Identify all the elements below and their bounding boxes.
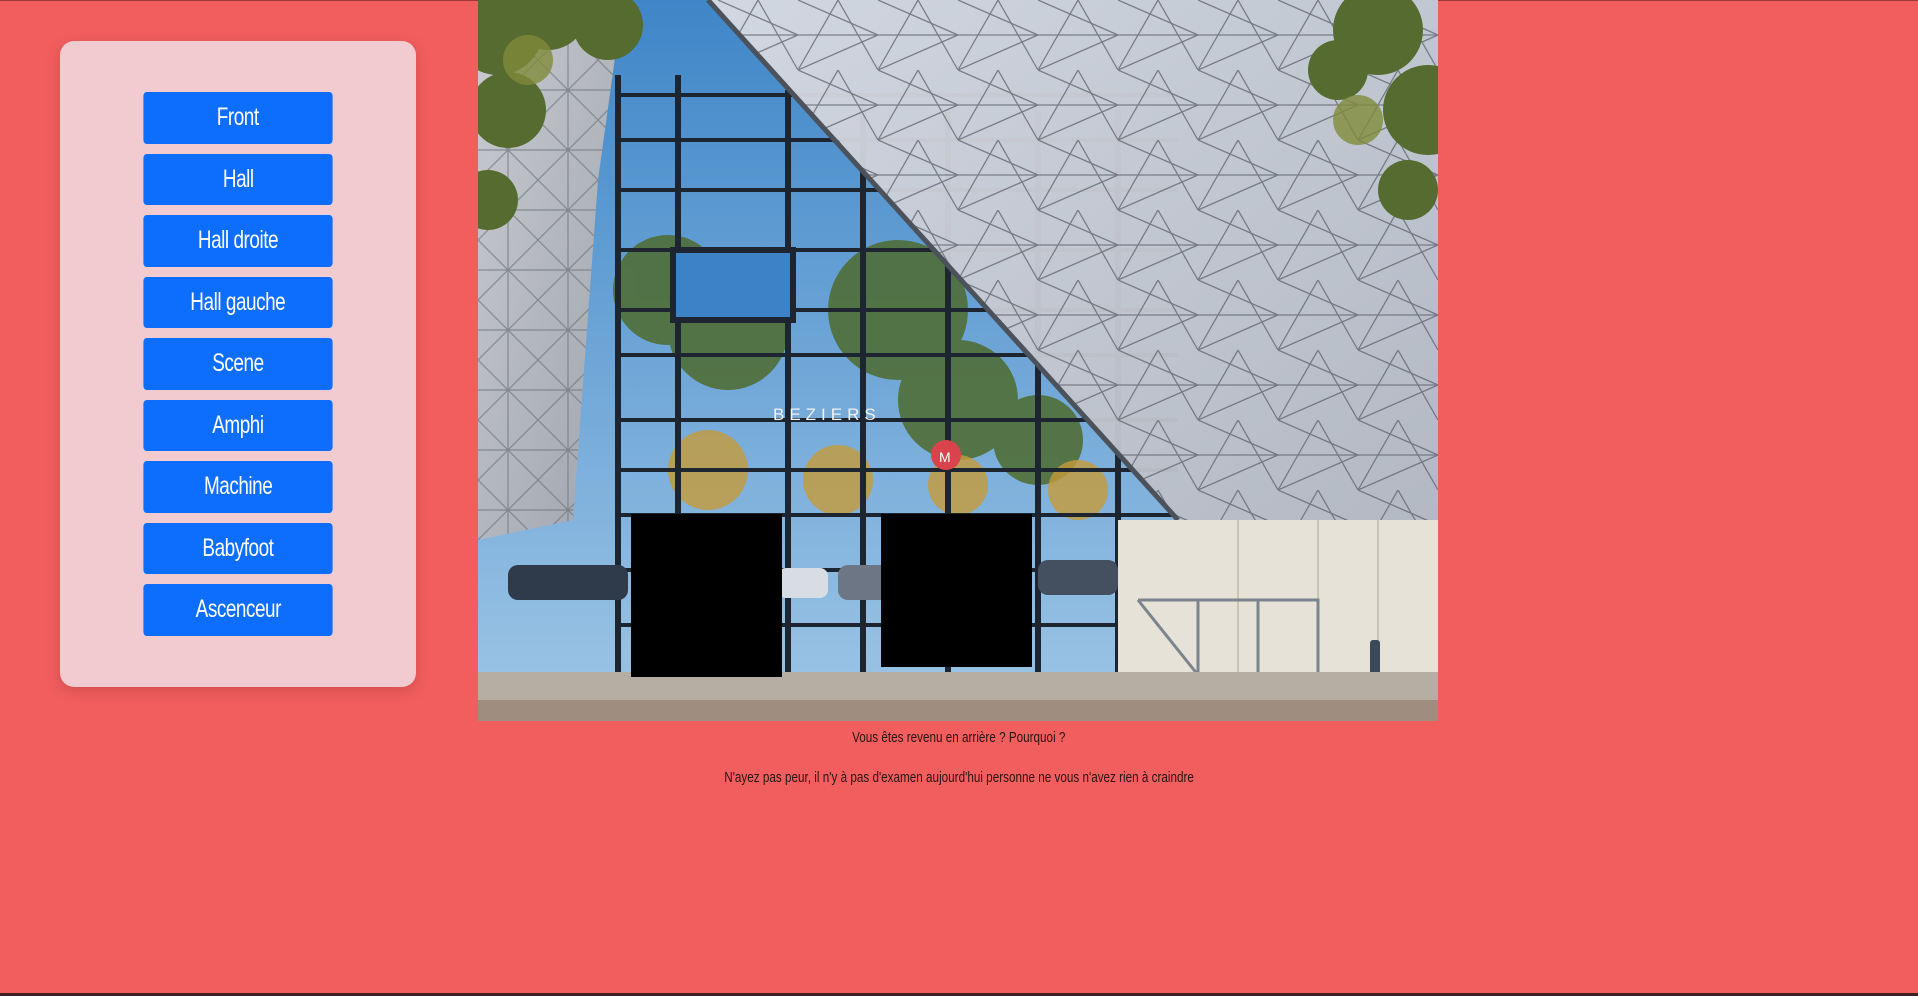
navigation-panel: Front Hall Hall droite Hall gauche Scene…	[60, 41, 416, 687]
caption-reassurance-text: N'ayez pas peur, il n'y à pas d'examen a…	[724, 769, 1194, 786]
redaction-box-right	[881, 514, 1032, 667]
nav-button-ascenceur[interactable]: Ascenceur	[143, 584, 333, 636]
nav-button-hall-droite[interactable]: Hall droite	[143, 215, 333, 267]
nav-button-machine[interactable]: Machine	[143, 461, 333, 513]
caption-question-text: Vous êtes revenu en arrière ? Pourquoi ?	[852, 729, 1066, 746]
nav-button-front[interactable]: Front	[143, 92, 333, 144]
nav-button-label: Babyfoot	[202, 533, 274, 562]
nav-button-amphi[interactable]: Amphi	[143, 399, 333, 451]
nav-button-label: Front	[217, 103, 259, 132]
nav-button-scene[interactable]: Scene	[143, 338, 333, 390]
nav-button-label: Amphi	[212, 410, 264, 439]
caption-reassurance: N'ayez pas peur, il n'y à pas d'examen a…	[0, 769, 1918, 786]
nav-button-label: Ascenceur	[195, 595, 281, 624]
nav-button-hall-gauche[interactable]: Hall gauche	[143, 276, 333, 328]
nav-button-label: Hall gauche	[190, 287, 286, 316]
nav-button-label: Scene	[212, 349, 264, 378]
nav-button-label: Machine	[203, 472, 273, 501]
nav-button-label: Hall droite	[197, 226, 279, 255]
building-sign-text: BEZIERS	[773, 405, 881, 424]
nav-button-hall[interactable]: Hall	[143, 153, 333, 205]
building-photo: BEZIERS M	[478, 0, 1438, 721]
red-logo-letter: M	[939, 449, 951, 465]
redaction-box-left	[631, 514, 782, 677]
caption-question: Vous êtes revenu en arrière ? Pourquoi ?	[0, 729, 1918, 746]
nav-button-label: Hall	[222, 164, 254, 193]
nav-button-babyfoot[interactable]: Babyfoot	[143, 522, 333, 574]
navigation-list: Front Hall Hall droite Hall gauche Scene…	[128, 92, 348, 636]
